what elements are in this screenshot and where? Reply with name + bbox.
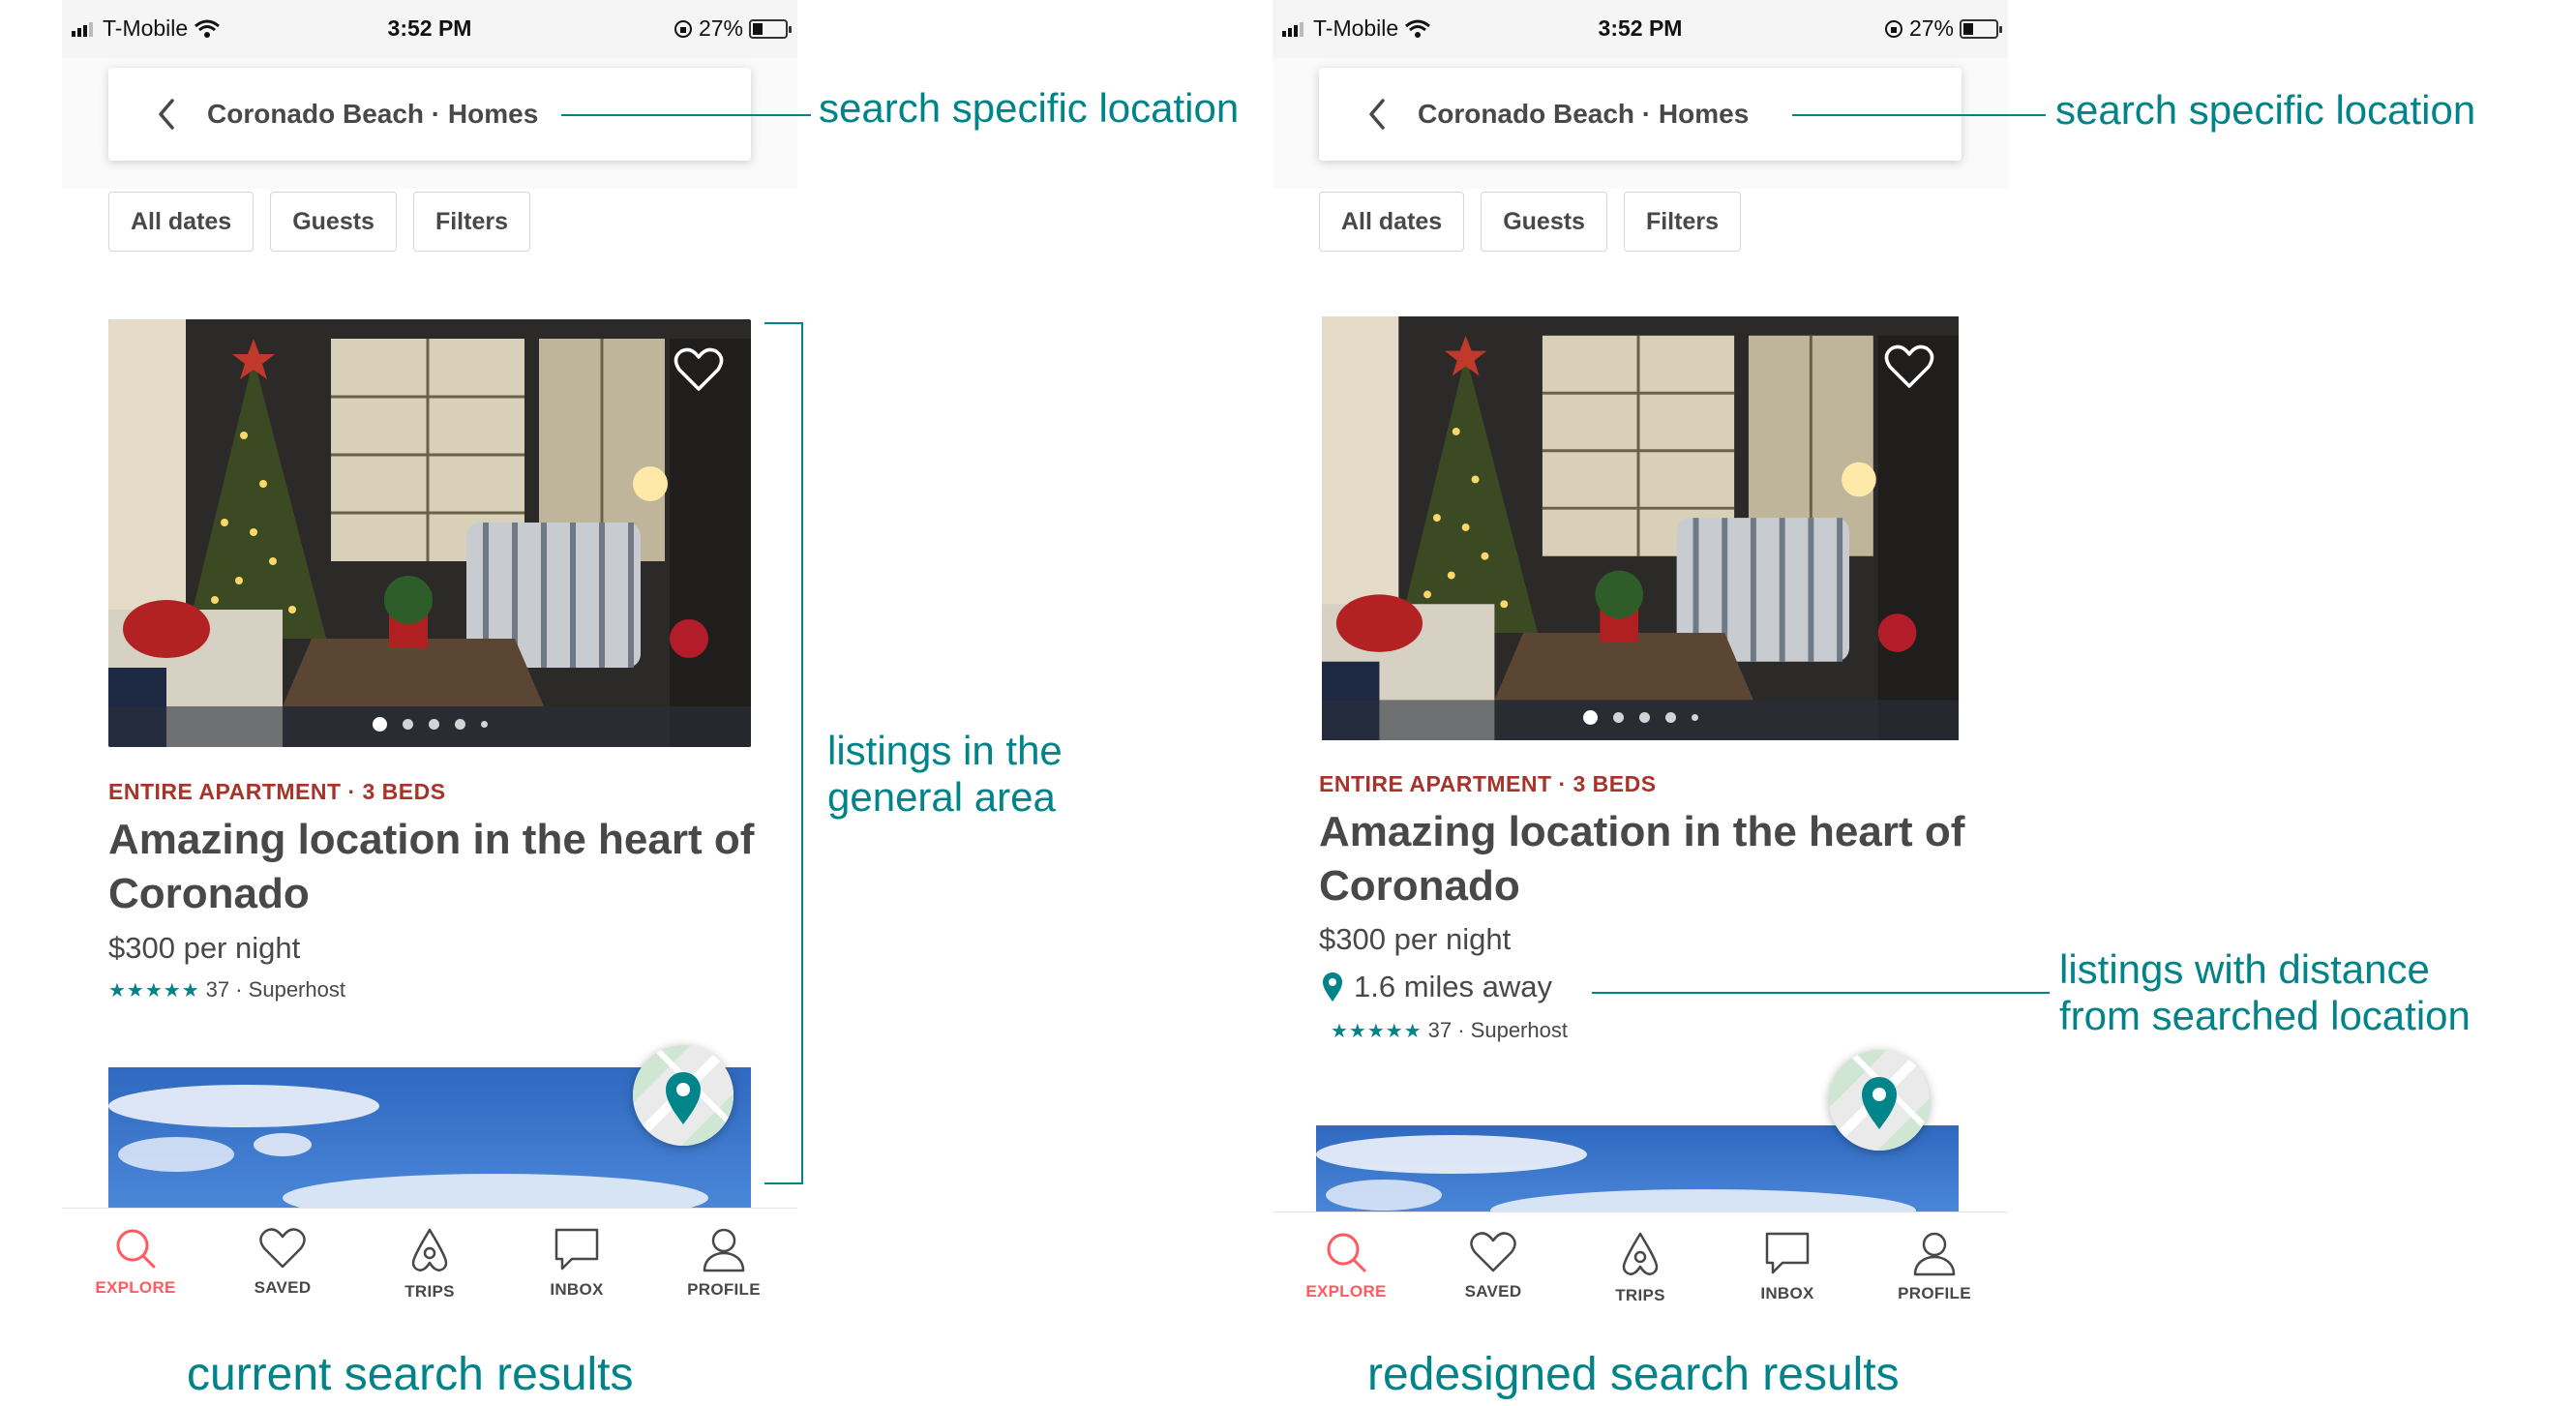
tab-saved[interactable]: SAVED [1420, 1212, 1567, 1316]
chat-icon [1765, 1232, 1810, 1274]
annotation-line-search-redesign [1792, 114, 2046, 116]
battery-percent: 27% [1908, 15, 1954, 41]
photo-pagination [108, 717, 751, 732]
annotation-general-area-line1: listings in the [827, 728, 1063, 773]
orientation-lock-icon [674, 19, 692, 38]
airbnb-logo-icon [411, 1228, 448, 1271]
map-pin-icon [1829, 1050, 1930, 1151]
caption-current: current search results [187, 1349, 634, 1400]
annotation-general-area-line2: general area [827, 774, 1056, 820]
search-icon [1327, 1233, 1366, 1272]
caption-redesigned: redesigned search results [1367, 1349, 1900, 1400]
tab-explore[interactable]: EXPLORE [1273, 1212, 1420, 1316]
tab-profile[interactable]: PROFILE [1861, 1212, 2008, 1316]
filters-chip[interactable]: Filters [412, 192, 530, 252]
search-icon [116, 1229, 156, 1269]
listing-title[interactable]: Amazing location in the heart of Coronad… [1319, 805, 1977, 913]
battery-icon [1960, 18, 2002, 39]
listing-type: ENTIRE APARTMENT · 3 BEDS [1319, 771, 1657, 796]
airbnb-logo-icon [1622, 1232, 1659, 1275]
battery-percent: 27% [698, 15, 743, 41]
tab-inbox[interactable]: INBOX [503, 1209, 650, 1316]
tab-profile[interactable]: PROFILE [650, 1209, 797, 1316]
all-dates-chip[interactable]: All dates [108, 192, 255, 252]
current-phone-screen: T-Mobile 3:52 PM 27% Coronado Beach · Ho… [62, 0, 797, 1316]
status-bar: T-Mobile 3:52 PM 27% [62, 0, 797, 58]
distance-text: 1.6 miles away [1354, 970, 1553, 1003]
listing-title[interactable]: Amazing location in the heart of Coronad… [108, 813, 766, 921]
listing-price: $300 per night [108, 931, 301, 965]
tab-bar: EXPLORE SAVED TRIPS INBOX PROFILE [62, 1208, 797, 1316]
search-location-title: Coronado Beach · Homes [1418, 99, 1750, 129]
guests-chip[interactable]: Guests [1481, 192, 1607, 252]
map-button[interactable] [633, 1045, 734, 1146]
listing-type: ENTIRE APARTMENT · 3 BEDS [108, 779, 446, 804]
filter-chips: All dates Guests Filters [108, 192, 530, 252]
annotation-line-search-current [561, 114, 811, 116]
status-bar: T-Mobile 3:52 PM 27% [1273, 0, 2008, 58]
save-heart-icon[interactable] [674, 346, 724, 393]
photo-pagination [1319, 710, 1962, 725]
listing-photo[interactable] [1319, 316, 1962, 740]
listing-rating: ★★★★★ 37 · Superhost [1331, 1018, 1568, 1043]
listing-distance: 1.6 miles away [1321, 970, 1552, 1004]
back-chevron-icon[interactable] [1348, 97, 1406, 132]
filter-chips: All dates Guests Filters [1319, 192, 1741, 252]
user-icon [703, 1228, 745, 1272]
annotation-bracket-listings [764, 322, 803, 1184]
chat-icon [554, 1228, 599, 1271]
filters-chip[interactable]: Filters [1623, 192, 1741, 252]
listing-rating: ★★★★★ 37 · Superhost [108, 977, 345, 1002]
location-pin-icon [1323, 972, 1342, 1002]
tab-inbox[interactable]: INBOX [1714, 1212, 1861, 1316]
living-room-photo [1322, 316, 1959, 740]
all-dates-chip[interactable]: All dates [1319, 192, 1465, 252]
living-room-photo [108, 319, 751, 747]
battery-icon [749, 18, 792, 39]
tab-saved[interactable]: SAVED [209, 1209, 356, 1316]
guests-chip[interactable]: Guests [270, 192, 397, 252]
heart-icon [259, 1228, 306, 1269]
tab-bar: EXPLORE SAVED TRIPS INBOX PROFILE [1273, 1212, 2008, 1316]
tab-trips[interactable]: TRIPS [1567, 1212, 1714, 1316]
orientation-lock-icon [1884, 19, 1902, 38]
tab-trips[interactable]: TRIPS [356, 1209, 503, 1316]
annotation-distance-line1: listings with distance [2059, 946, 2430, 992]
annotation-line-distance [1592, 992, 2050, 994]
tab-explore[interactable]: EXPLORE [62, 1209, 209, 1316]
star-rating-icon: ★★★★★ [108, 979, 200, 1002]
user-icon [1913, 1232, 1956, 1276]
review-count: 37 · Superhost [1427, 1018, 1568, 1042]
back-chevron-icon[interactable] [137, 97, 195, 132]
save-heart-icon[interactable] [1884, 344, 1934, 390]
redesigned-phone-screen: T-Mobile 3:52 PM 27% Coronado Beach · Ho… [1273, 0, 2008, 1316]
star-rating-icon: ★★★★★ [1331, 1020, 1423, 1042]
search-location-title: Coronado Beach · Homes [207, 99, 539, 129]
heart-icon [1470, 1232, 1516, 1272]
listing-photo[interactable] [108, 319, 751, 747]
map-button[interactable] [1829, 1050, 1930, 1151]
annotation-distance-line2: from searched location [2059, 993, 2471, 1038]
listing-price: $300 per night [1319, 922, 1512, 956]
map-pin-icon [633, 1045, 734, 1146]
annotation-search-redesign: search specific location [2055, 87, 2476, 133]
review-count: 37 · Superhost [205, 977, 345, 1002]
annotation-search-current: search specific location [819, 85, 1240, 131]
